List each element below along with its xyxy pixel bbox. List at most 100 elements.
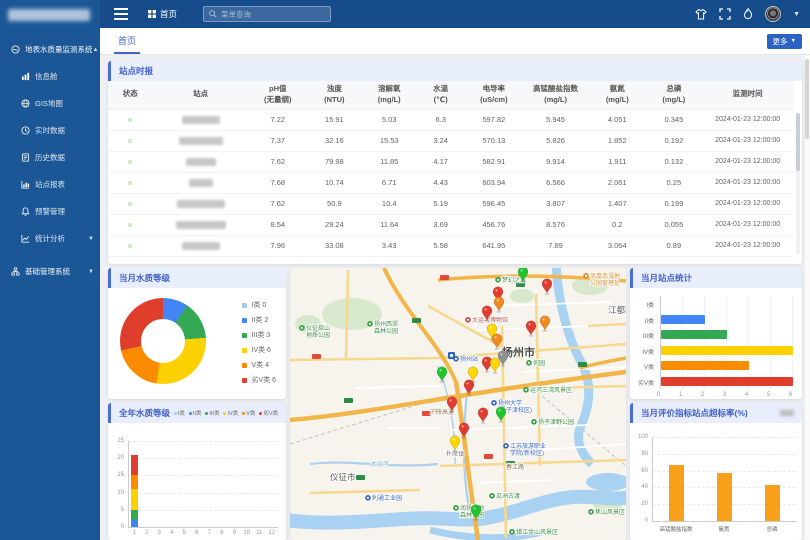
user-avatar[interactable] — [765, 6, 781, 22]
search-icon — [209, 10, 217, 18]
category-label: 劣V类 — [632, 378, 654, 387]
legend-item[interactable]: I类 0 — [242, 300, 276, 310]
sidebar-menu: 地表水质量监测系统 ▲ 信息舱 GIS地图 实时数据 历史数据 站点报表 — [0, 36, 100, 285]
station-name-redacted — [186, 158, 216, 166]
legend-item[interactable]: II类 — [189, 409, 202, 417]
cell-value: 5.03 — [362, 109, 417, 130]
page-scrollbar[interactable] — [804, 55, 810, 540]
bar[interactable] — [661, 377, 793, 386]
sidebar-item-info-cabin[interactable]: 信息舱 — [0, 63, 100, 90]
panel-exceed-rate: 当月评价指标站点超标率(%) 020406080100高锰酸盐指数氨氮总磷 — [630, 403, 802, 540]
chevron-down-icon: ▼ — [88, 269, 94, 275]
column-header: 监测时间 — [701, 81, 794, 109]
history-data-icon — [20, 152, 31, 163]
table-row[interactable]: 7.9633.083.435.58641.957.893.0640.892024… — [108, 235, 794, 256]
legend-item[interactable]: I类 — [174, 409, 185, 417]
sidebar-item-gis-map[interactable]: GIS地图 — [0, 90, 100, 117]
x-tick: 0 — [657, 392, 660, 398]
sidebar-item-statistics[interactable]: 统计分析 ▼ — [0, 225, 100, 252]
panel-header: 当月站点统计 — [630, 268, 802, 288]
cell-value: 9.914 — [523, 151, 588, 172]
legend-item[interactable]: III类 3 — [242, 330, 276, 340]
table-scrollbar[interactable] — [796, 113, 800, 255]
legend-item[interactable]: 劣V类 6 — [242, 375, 276, 385]
table-row[interactable]: 7.6810.746.714.43603.946.5662.0610.25202… — [108, 172, 794, 193]
sidebar-item-alert-management[interactable]: 预警管理 — [0, 198, 100, 225]
cell-value: 10.4 — [362, 193, 417, 214]
legend-item[interactable]: V类 — [242, 409, 255, 417]
bar[interactable] — [661, 361, 749, 370]
bar[interactable] — [661, 315, 705, 324]
map-label: 仪征市 — [330, 472, 356, 482]
sidebar-item-history-data[interactable]: 历史数据 — [0, 144, 100, 171]
cell-value: 582.91 — [465, 151, 523, 172]
table-row[interactable]: 7.3732.1615.533.24570.135.8261.8520.1922… — [108, 130, 794, 151]
fullscreen-icon[interactable] — [719, 8, 731, 20]
table-row[interactable]: 8.5429.2411.643.69456.768.5760.20.055202… — [108, 214, 794, 235]
sidebar-group-surface-water-system[interactable]: 地表水质量监测系统 ▲ — [0, 36, 100, 63]
menu-search-box[interactable] — [203, 6, 331, 22]
station-hbar-chart: 0123456I类II类III类IV类V类劣V类 — [630, 288, 802, 399]
sidebar-group-base-management[interactable]: 基础管理系统 ▼ — [0, 258, 100, 285]
exceed-rate-chart: 020406080100高锰酸盐指数氨氮总磷 — [630, 423, 802, 540]
cell-value: 0.2 — [588, 214, 646, 235]
panel-title: 当月评价指标站点超标率(%) — [641, 407, 748, 419]
flame-icon[interactable] — [743, 8, 753, 20]
search-input[interactable] — [221, 10, 321, 19]
bar[interactable] — [717, 473, 732, 521]
panel-header: 当月评价指标站点超标率(%) — [630, 403, 802, 423]
hamburger-menu-icon[interactable] — [114, 8, 128, 20]
bar[interactable] — [661, 346, 793, 355]
table-row[interactable]: 7.2215.915.036.3597.825.9454.0510.345202… — [108, 109, 794, 130]
map-panel[interactable]: 扬州市仪征市江都区梦幻之城凤凰岛湿地公园管理处扬州西郊森林公园仪征捺山地质公园大… — [290, 268, 626, 540]
bar[interactable] — [669, 465, 684, 521]
cell-value: 15.53 — [362, 130, 417, 151]
map-label: 仪征捺山地质公园 — [306, 324, 330, 339]
sidebar-item-label: 站点报表 — [35, 179, 65, 190]
city-map[interactable]: 扬州市仪征市江都区梦幻之城凤凰岛湿地公园管理处扬州西郊森林公园仪征捺山地质公园大… — [290, 268, 626, 540]
x-tick: 3 — [723, 392, 726, 398]
x-tick: 4 — [168, 530, 176, 536]
sidebar-item-station-report[interactable]: 站点报表 — [0, 171, 100, 198]
cell-value: 1.407 — [588, 193, 646, 214]
map-label: 何园 — [533, 359, 545, 367]
bar[interactable] — [765, 485, 780, 521]
cell-value: 7.22 — [249, 109, 307, 130]
cell-value: 0.055 — [646, 214, 701, 235]
column-header: 总磷(mg/L) — [646, 81, 701, 109]
sidebar-item-realtime-data[interactable]: 实时数据 — [0, 117, 100, 144]
map-label: 大运河博物馆 — [472, 316, 508, 324]
tab-bar: 首页 更多▼ — [100, 28, 810, 55]
legend-item[interactable]: II类 2 — [242, 315, 276, 325]
theme-shirt-icon[interactable] — [695, 9, 707, 20]
sidebar-item-label: 实时数据 — [35, 125, 65, 136]
station-name-redacted — [182, 116, 220, 124]
legend-item[interactable]: 劣V类 — [259, 409, 278, 417]
table-row[interactable]: 7.6250.910.45.19596.453.8071.4070.199202… — [108, 193, 794, 214]
stacked-bar[interactable] — [131, 455, 138, 527]
more-button[interactable]: 更多▼ — [767, 34, 802, 49]
bar[interactable] — [661, 330, 727, 339]
cell-value: 11.64 — [362, 214, 417, 235]
panel-station-report: 站点时报 状态站点pH值(无量纲)浊度(NTU)溶解氧(mg/L)水温(℃)电导… — [108, 61, 802, 264]
redacted-link[interactable] — [780, 410, 794, 416]
cell-value: 7.89 — [523, 235, 588, 256]
legend-item[interactable]: V类 4 — [242, 360, 276, 370]
cell-value: 6.566 — [523, 172, 588, 193]
legend-item[interactable]: IV类 — [223, 409, 238, 417]
map-label: 焦山风景区 — [595, 508, 625, 516]
cell-value: 597.82 — [465, 109, 523, 130]
gis-map-icon — [20, 98, 31, 109]
legend-item[interactable]: III类 — [205, 409, 219, 417]
cell-value: 7.62 — [249, 151, 307, 172]
cell-value: 1.911 — [588, 151, 646, 172]
category-label: 高锰酸盐指数 — [652, 525, 700, 533]
breadcrumb[interactable]: 首页 — [148, 8, 177, 20]
table-row[interactable]: 7.6279.9811.854.17582.919.9141.9110.1322… — [108, 151, 794, 172]
tab-home[interactable]: 首页 — [114, 28, 140, 54]
map-label: 古运河 — [370, 460, 389, 468]
sidebar-group-label: 基础管理系统 — [25, 266, 70, 277]
chevron-down-icon[interactable]: ▼ — [793, 11, 800, 18]
legend-item[interactable]: IV类 6 — [242, 345, 276, 355]
y-tick: 10 — [110, 490, 124, 496]
